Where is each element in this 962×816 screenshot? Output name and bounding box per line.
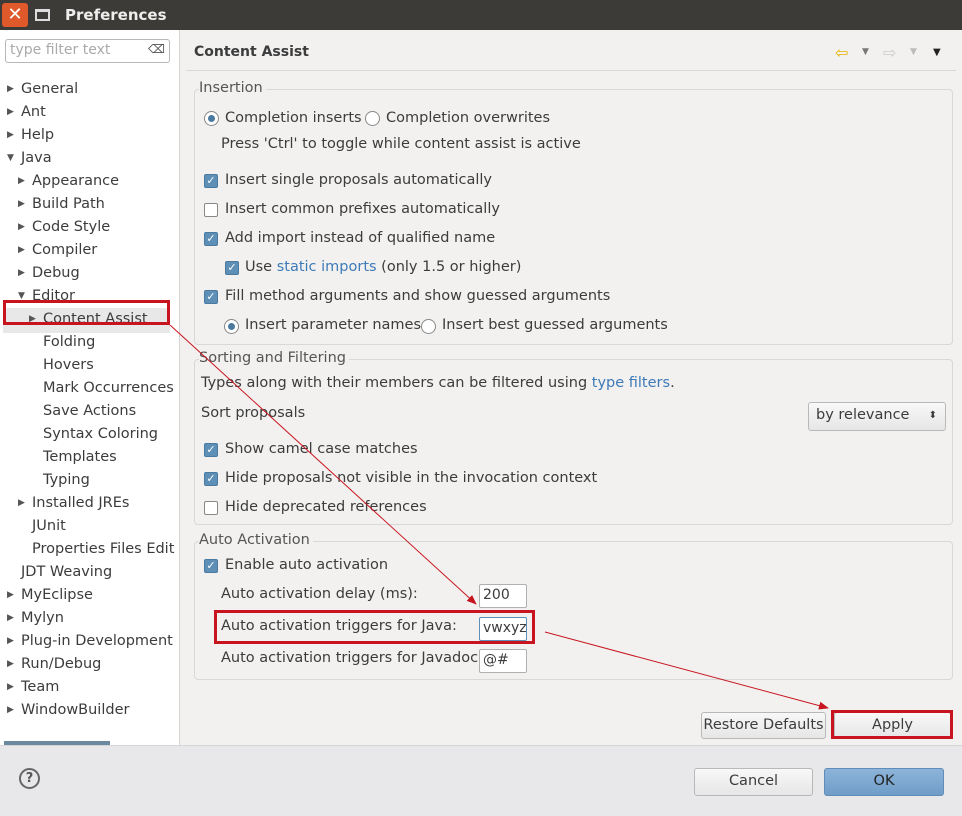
arrow-to-apply — [544, 631, 829, 710]
arrow-to-java-triggers — [169, 324, 477, 605]
annotation-arrows — [169, 324, 829, 710]
